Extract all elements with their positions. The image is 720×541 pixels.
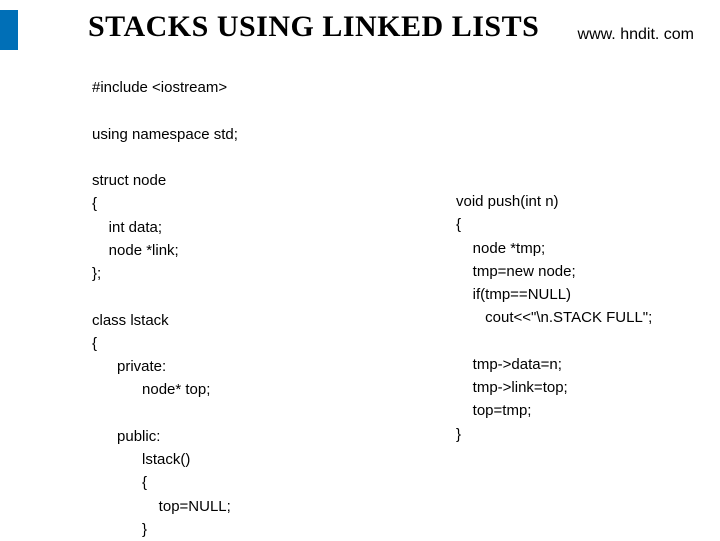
code-block-left: #include <iostream> using namespace std;… bbox=[92, 76, 238, 541]
code-block-right: void push(int n) { node *tmp; tmp=new no… bbox=[456, 190, 652, 446]
slide-accent-bar bbox=[0, 10, 18, 50]
slide-title: STACKS USING LINKED LISTS bbox=[88, 10, 539, 44]
site-url: www. hndit. com bbox=[578, 26, 694, 44]
